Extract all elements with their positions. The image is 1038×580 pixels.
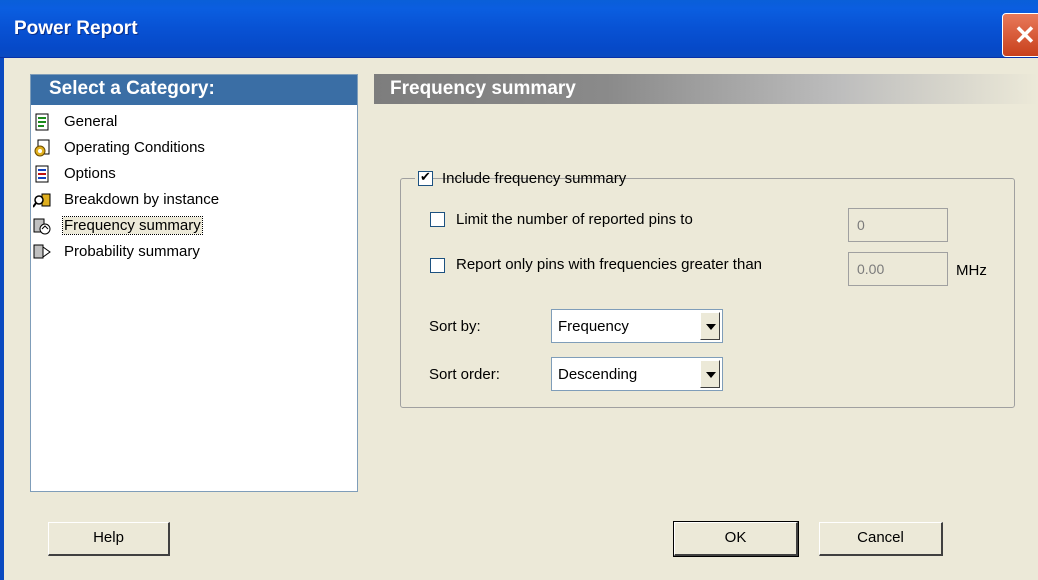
category-list: Select a Category: General Operating Con… [30, 74, 358, 492]
chevron-down-icon[interactable] [700, 360, 720, 388]
close-button[interactable]: ✕ [1002, 13, 1038, 57]
category-item-options[interactable]: Options [31, 161, 357, 187]
include-frequency-label: Include frequency summary [442, 170, 627, 187]
report-frequency-label: Report only pins with frequencies greate… [456, 256, 763, 273]
category-item-general[interactable]: General [31, 109, 357, 135]
sort-order-dropdown[interactable]: Descending [551, 357, 723, 391]
search-tree-icon [33, 193, 51, 208]
category-item-label: Frequency summary [62, 216, 203, 235]
sort-by-dropdown[interactable]: Frequency [551, 309, 723, 343]
category-item-label: Probability summary [64, 243, 200, 260]
category-item-breakdown[interactable]: Breakdown by instance [31, 187, 357, 213]
window-frame [0, 58, 4, 580]
category-item-label: General [64, 113, 118, 130]
help-button[interactable]: Help [48, 522, 170, 556]
mhz-unit-label: MHz [956, 262, 987, 279]
limit-pins-checkbox[interactable] [430, 212, 445, 227]
window-title: Power Report [14, 18, 138, 39]
sort-order-value: Descending [558, 366, 638, 383]
limit-pins-value: 0 [857, 217, 865, 233]
section-header: Frequency summary [374, 74, 1038, 104]
include-frequency-checkbox[interactable] [418, 169, 433, 186]
report-frequency-checkbox[interactable] [430, 258, 445, 273]
category-header-label: Select a Category: [49, 78, 215, 99]
sort-order-label: Sort order: [429, 366, 500, 383]
category-item-label: Options [64, 165, 116, 182]
sort-by-value: Frequency [558, 318, 629, 335]
category-item-operating-conditions[interactable]: Operating Conditions [31, 135, 357, 161]
chevron-down-icon[interactable] [700, 312, 720, 340]
sort-by-label: Sort by: [429, 318, 481, 335]
title-bar: Power Report ✕ [0, 0, 1038, 58]
report-frequency-value: 0.00 [857, 261, 885, 277]
settings-document-icon [34, 139, 50, 157]
document-list-icon [35, 165, 49, 183]
frequency-icon [33, 218, 51, 235]
limit-pins-label: Limit the number of reported pins to [456, 211, 693, 228]
section-title: Frequency summary [390, 78, 576, 99]
close-icon: ✕ [1014, 20, 1036, 50]
ok-button[interactable]: OK [673, 521, 799, 557]
probability-icon [33, 244, 51, 259]
cancel-button[interactable]: Cancel [819, 522, 943, 556]
limit-pins-field[interactable]: 0 [848, 208, 948, 242]
category-header: Select a Category: [31, 75, 357, 105]
category-item-probability[interactable]: Probability summary [31, 239, 357, 265]
category-item-label: Operating Conditions [64, 139, 205, 156]
category-item-frequency[interactable]: Frequency summary [31, 213, 357, 239]
category-item-label: Breakdown by instance [64, 191, 220, 208]
report-frequency-field[interactable]: 0.00 [848, 252, 948, 286]
include-frequency-row: Include frequency summary [415, 168, 626, 190]
document-icon [35, 113, 49, 131]
